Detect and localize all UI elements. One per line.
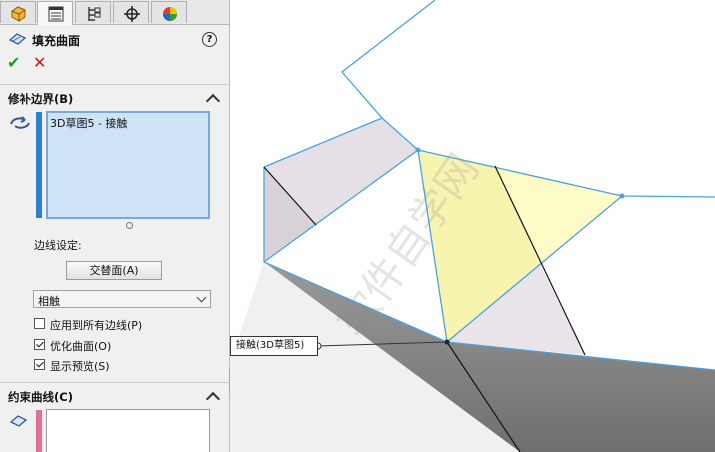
ok-button[interactable]: ✔ [7, 55, 20, 71]
tab-dimxpert[interactable] [113, 1, 149, 23]
vertex-point[interactable] [619, 193, 625, 199]
tab-display-manager[interactable] [151, 1, 187, 23]
checkbox-label: 优化曲面(O) [50, 340, 112, 353]
boundary-selection-icon [10, 116, 30, 129]
chevron-down-icon [196, 292, 207, 303]
condition-select[interactable]: 相触 [33, 290, 211, 308]
curve-selection-icon [9, 415, 28, 427]
property-manager-icon [48, 6, 64, 22]
manager-tab-bar [0, 0, 229, 25]
checkbox-box[interactable] [34, 318, 45, 329]
selection-color-bar [36, 112, 42, 218]
checkbox-label: 应用到所有边线(P) [50, 319, 143, 332]
fill-surface-icon [8, 33, 27, 45]
model-view[interactable]: 软件自学网 [230, 0, 715, 452]
edge-settings-label: 边线设定: [34, 239, 82, 252]
constraint-curves-header[interactable]: 约束曲线(C) [8, 389, 73, 405]
tab-configuration-manager[interactable] [75, 1, 111, 23]
patch-boundary-list[interactable]: 3D草图5 - 接触 [46, 111, 210, 219]
chevron-up-icon[interactable] [205, 391, 221, 407]
selection-color-bar [36, 410, 42, 452]
constraint-curves-list[interactable] [46, 409, 210, 452]
contact-callout[interactable]: 接触(3D草图5) [230, 336, 318, 356]
patch-boundary-header[interactable]: 修补边界(B) [8, 91, 73, 107]
divider [0, 382, 229, 383]
alternate-face-button[interactable]: 交替面(A) [66, 261, 162, 280]
configuration-manager-icon [88, 7, 101, 21]
cancel-button[interactable]: ✕ [33, 55, 46, 71]
help-icon[interactable]: ? [202, 32, 217, 47]
feature-manager-icon [11, 6, 26, 22]
checkbox-box[interactable] [34, 359, 45, 370]
checkbox-box[interactable] [34, 339, 45, 350]
resize-handle[interactable] [126, 222, 133, 229]
condition-value: 相触 [38, 295, 60, 308]
chevron-up-icon[interactable] [205, 93, 221, 109]
checkbox-label: 显示预览(S) [50, 360, 110, 373]
vertex-point[interactable] [415, 147, 421, 153]
divider [0, 84, 229, 85]
tab-feature-manager[interactable] [0, 1, 36, 23]
feature-title: 填充曲面 [32, 34, 81, 48]
list-item[interactable]: 3D草图5 - 接触 [50, 115, 127, 131]
display-manager-icon [163, 7, 177, 21]
graphics-viewport[interactable]: 软件自学网 [230, 0, 715, 452]
tab-property-manager[interactable] [37, 1, 73, 25]
property-manager-panel: 填充曲面 ? ✔ ✕ 修补边界(B) 3D草图5 - 接触 边线设定: 交替面(… [0, 0, 230, 452]
dimxpert-icon [124, 6, 140, 22]
